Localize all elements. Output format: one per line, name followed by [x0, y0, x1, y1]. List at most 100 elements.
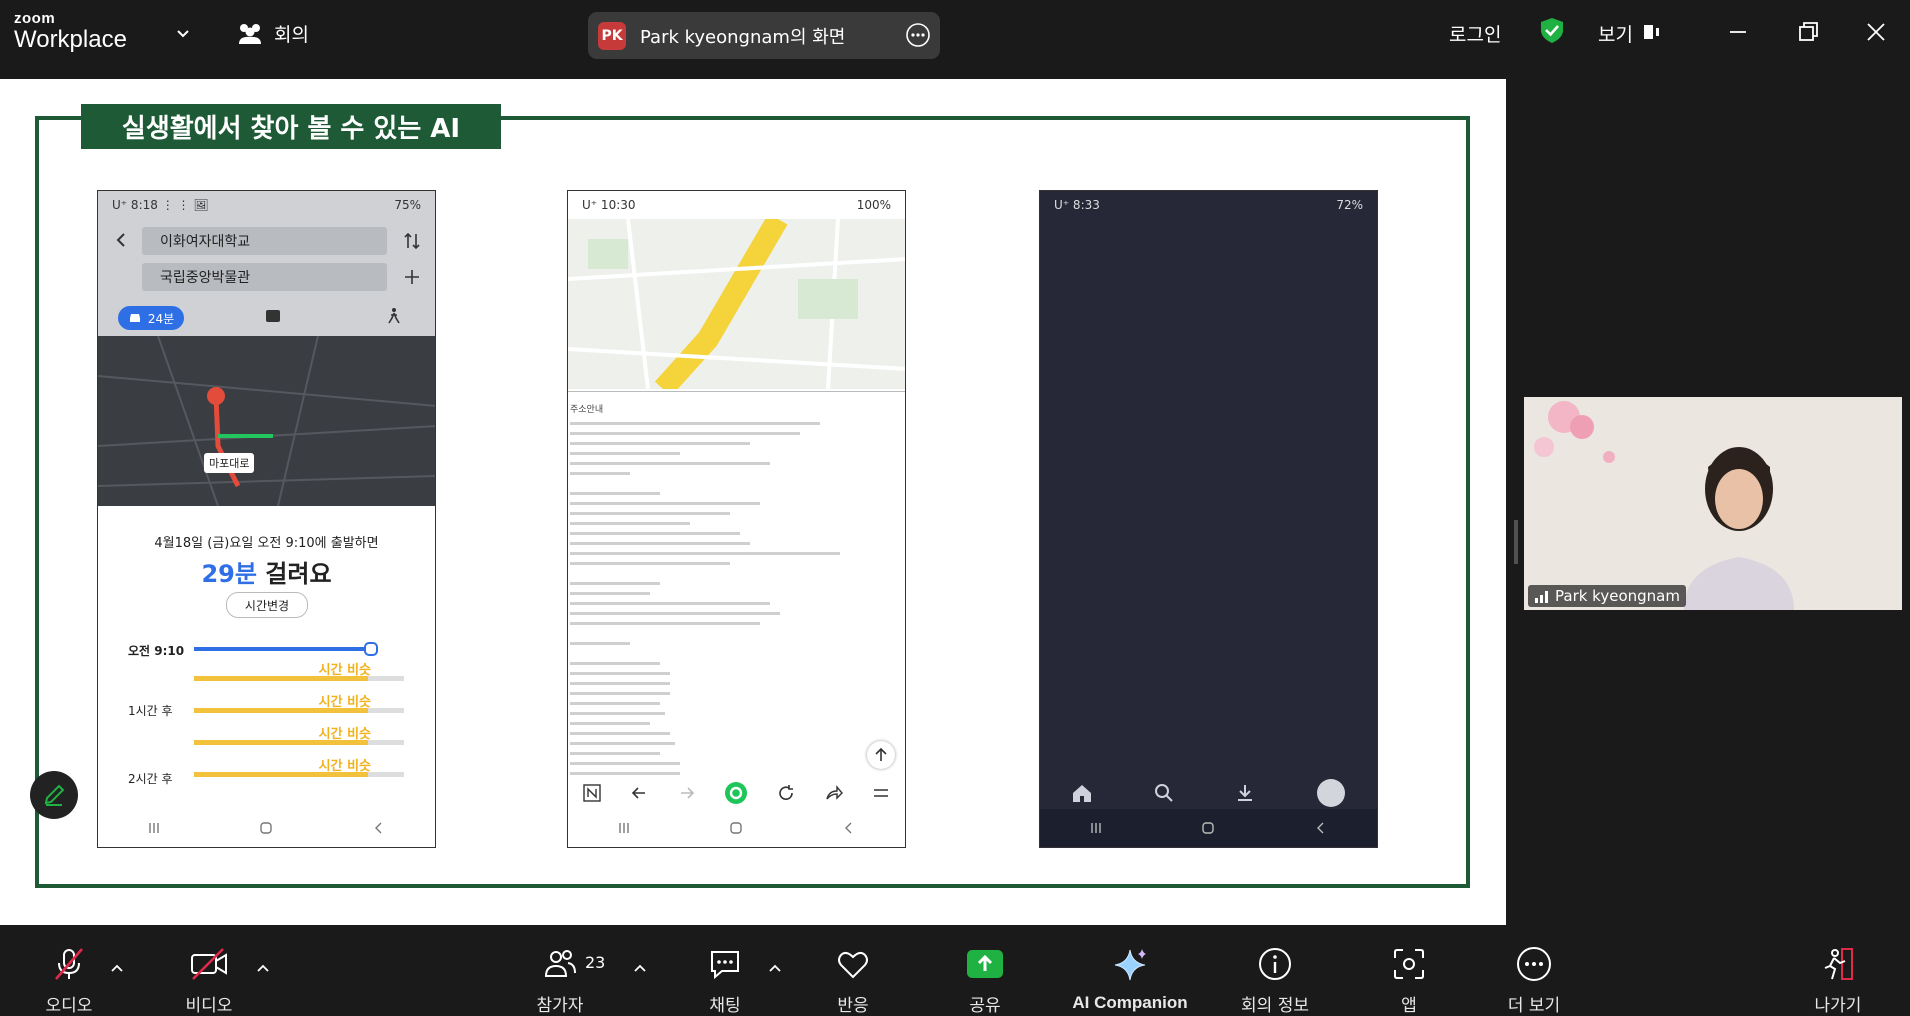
- arrow-up-icon: [875, 747, 887, 761]
- bus-icon: [266, 310, 280, 322]
- refresh-icon: [779, 785, 794, 800]
- time-bar-4: [194, 772, 404, 777]
- signal-bars-icon: [1535, 591, 1548, 603]
- video-options-caret-icon[interactable]: [255, 961, 271, 977]
- car-icon: [129, 314, 140, 322]
- participant-name: Park kyeongnam: [1555, 587, 1680, 605]
- participant-video-tile[interactable]: Park kyeongnam: [1524, 397, 1902, 610]
- apps-button[interactable]: 앱: [1376, 925, 1442, 1016]
- recent-apps-icon: [149, 823, 159, 833]
- more-options-icon[interactable]: [906, 23, 930, 47]
- home-nav-icon: [730, 822, 743, 834]
- close-icon[interactable]: [1862, 18, 1890, 46]
- participants-label: 참가자: [536, 996, 584, 1016]
- shield-check-icon[interactable]: [1538, 16, 1566, 44]
- zoom-logo: zoom Workplace: [14, 11, 127, 52]
- share-arrow-icon: [825, 785, 843, 800]
- battery-level: 100%: [856, 198, 891, 212]
- more-dots-icon: [1517, 947, 1551, 981]
- microphone-muted-icon: [55, 948, 83, 980]
- ai-sparkle-icon: [1114, 949, 1146, 981]
- share-screen-button[interactable]: 공유: [952, 925, 1018, 1016]
- video-button[interactable]: 비디오: [176, 925, 242, 1016]
- time-label-0: 오전 9:10: [128, 644, 185, 658]
- apps-icon: [1394, 949, 1424, 979]
- location-map: [568, 213, 905, 397]
- route-map: 마포대로: [98, 335, 435, 507]
- home-icon: [1072, 785, 1091, 802]
- android-nav-bar: [1040, 809, 1377, 847]
- meeting-tab[interactable]: 회의: [236, 20, 309, 47]
- more-label: 더 보기: [1507, 996, 1561, 1016]
- top-bar: zoom Workplace 회의 PK Park kyeongnam의 화면 …: [0, 0, 1910, 68]
- recent-apps-icon: [1091, 823, 1101, 833]
- logo-workplace-text: Workplace: [14, 26, 127, 53]
- destination-field: 국립중앙박물관: [142, 263, 387, 291]
- audio-button[interactable]: 오디오: [36, 925, 102, 1016]
- time-label-2: 2시간 후: [128, 772, 173, 786]
- participant-video-frame: [1524, 397, 1902, 610]
- participants-options-caret-icon[interactable]: [632, 961, 648, 977]
- route-map-graphic: [98, 335, 435, 507]
- status-time: U⁺ 8:33: [1054, 198, 1100, 212]
- scroll-top-button: [867, 741, 895, 769]
- walk-icon: [388, 308, 400, 324]
- view-layout-icon[interactable]: [1640, 18, 1668, 46]
- meeting-info-label: 회의 정보: [1241, 996, 1309, 1016]
- leave-button[interactable]: 나가기: [1805, 925, 1871, 1016]
- selected-time-bar: [194, 647, 368, 651]
- document-heading: 주소안내: [570, 405, 604, 415]
- screen-share-indicator[interactable]: PK Park kyeongnam의 화면: [588, 12, 940, 59]
- status-bar: U⁺ 8:18 ⋮ ⋮ 🖼 75%: [98, 191, 435, 219]
- status-bar: U⁺ 8:33 72%: [1040, 191, 1377, 219]
- download-icon: [1238, 785, 1253, 801]
- view-button[interactable]: 보기: [1598, 20, 1633, 47]
- address-document: 주소안내: [568, 391, 905, 782]
- logo-zoom-text: zoom: [14, 10, 56, 27]
- leave-label: 나가기: [1814, 996, 1862, 1016]
- panel-resize-handle[interactable]: [1514, 520, 1518, 564]
- apps-label: 앱: [1401, 996, 1417, 1016]
- leave-icon: [1824, 948, 1853, 980]
- annotate-button[interactable]: [30, 771, 78, 819]
- time-bar-3: [194, 740, 404, 745]
- meeting-label: 회의: [274, 24, 309, 46]
- recent-apps-icon: [619, 823, 629, 833]
- naver-icon: [583, 784, 601, 802]
- reactions-button[interactable]: 반응: [820, 925, 886, 1016]
- reactions-label: 반응: [837, 996, 869, 1016]
- meeting-info-button[interactable]: 회의 정보: [1233, 925, 1317, 1016]
- meeting-toolbar: 오디오 비디오 참가자 23 채팅 반응 공유 AI Companion 회의 …: [0, 925, 1910, 1016]
- participants-icon: [544, 950, 576, 977]
- chat-icon: [711, 951, 739, 980]
- audio-options-caret-icon[interactable]: [109, 961, 125, 977]
- ai-companion-label: AI Companion: [1072, 993, 1188, 1012]
- car-mode-pill: 24분: [118, 306, 184, 330]
- login-button[interactable]: 로그인: [1449, 20, 1501, 47]
- ai-companion-button[interactable]: AI Companion: [1068, 925, 1192, 1016]
- participant-name-tag: Park kyeongnam: [1528, 585, 1686, 607]
- status-bar: U⁺ 10:30 100%: [568, 191, 905, 219]
- time-slider-handle: [364, 642, 378, 656]
- sharer-avatar: PK: [598, 21, 626, 50]
- info-icon: [1259, 948, 1291, 980]
- time-label-1: 1시간 후: [128, 704, 173, 718]
- restore-icon[interactable]: [1794, 18, 1822, 46]
- time-bar-1: [194, 676, 404, 681]
- chevron-down-icon[interactable]: [173, 24, 193, 44]
- green-home-icon: [725, 782, 748, 804]
- android-nav-bar: [98, 809, 435, 847]
- search-icon: [1154, 784, 1173, 802]
- home-nav-icon: [1202, 822, 1215, 834]
- back-nav-icon: [1316, 822, 1324, 834]
- minimize-icon[interactable]: [1724, 18, 1752, 46]
- browser-forward-icon: [680, 787, 695, 799]
- participants-button[interactable]: 참가자: [527, 925, 593, 1016]
- chat-options-caret-icon[interactable]: [767, 961, 783, 977]
- swap-icon: [404, 232, 420, 250]
- origin-field: 이화여자대학교: [142, 227, 387, 255]
- chat-button[interactable]: 채팅: [692, 925, 758, 1016]
- browser-toolbar: [568, 776, 905, 810]
- more-button[interactable]: 더 보기: [1500, 925, 1568, 1016]
- participants-count: 23: [585, 953, 606, 972]
